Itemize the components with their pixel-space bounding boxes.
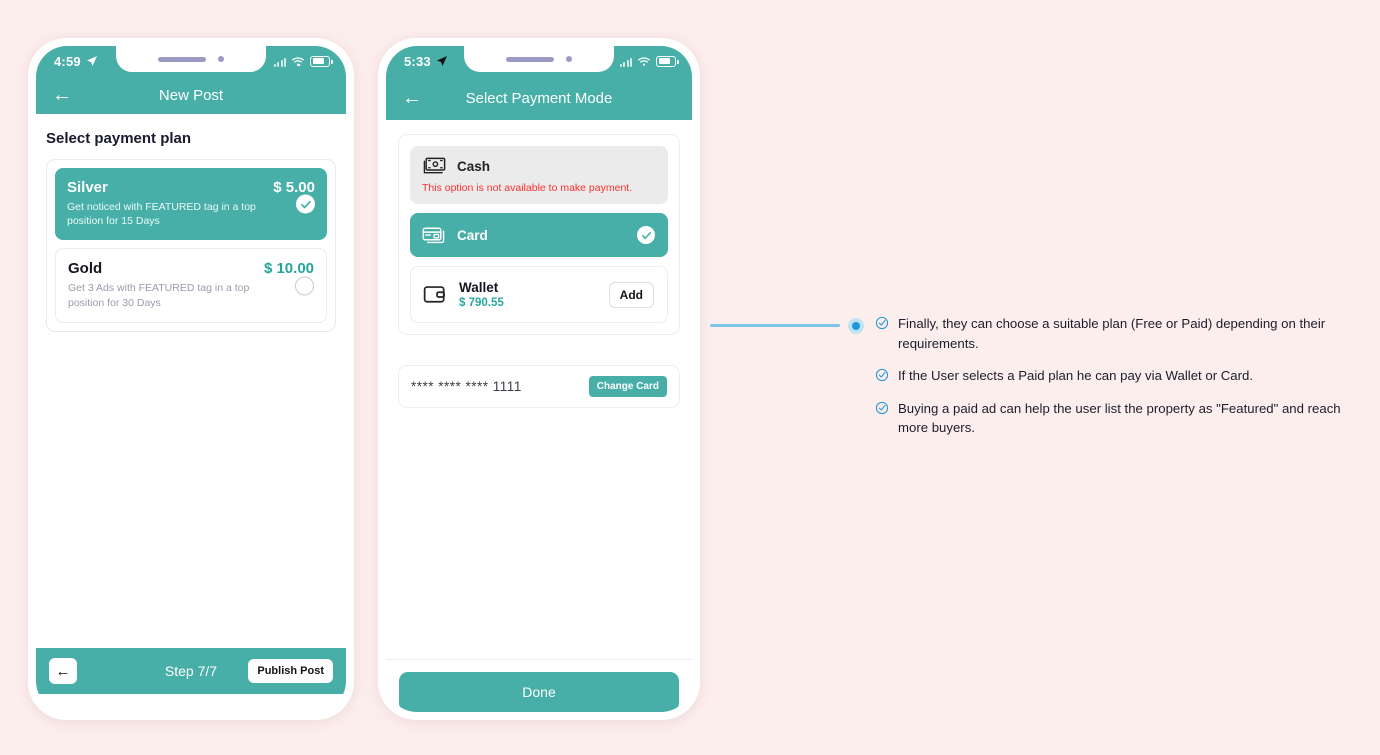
wifi-icon [638, 56, 650, 66]
plan-gold-radio[interactable] [295, 276, 314, 296]
battery-icon [656, 55, 679, 67]
plan-gold-header: Gold $ 10.00 [68, 260, 314, 277]
done-button[interactable]: Done [399, 672, 679, 712]
plan-silver-name: Silver [67, 179, 108, 196]
plan-card-gold[interactable]: Gold $ 10.00 Get 3 Ads with FEATURED tag… [55, 248, 327, 323]
check-mark-icon [641, 231, 651, 239]
card-selected-check-icon [637, 226, 655, 244]
front-camera [218, 56, 224, 62]
location-arrow-icon [436, 56, 447, 66]
phone2-page-title: Select Payment Mode [465, 89, 613, 107]
phone-mockup-new-post: 4:59 ← New Post Select payment plan Silv… [28, 38, 354, 720]
payment-option-card[interactable]: Card [410, 213, 668, 257]
battery-icon [310, 55, 333, 67]
plan-silver-price: $ 5.00 [273, 179, 315, 196]
saved-card-number: **** **** **** 1111 [411, 379, 522, 394]
phone1-status-left: 4:59 [54, 54, 98, 69]
plan-silver-header: Silver $ 5.00 [67, 179, 315, 196]
plan-gold-name: Gold [68, 260, 103, 278]
callout-connector-line [710, 324, 840, 327]
note-text: Buying a paid ad can help the user list … [898, 400, 1341, 436]
wallet-balance: $ 790.55 [459, 297, 504, 309]
phone2-back-button[interactable]: ← [402, 88, 426, 108]
cash-label: Cash [457, 158, 491, 174]
check-circle-icon [875, 368, 889, 386]
signal-bars-icon [273, 57, 286, 67]
cash-unavailable-note: This option is not available to make pay… [422, 182, 633, 194]
phone1-back-button[interactable]: ← [52, 85, 76, 105]
plan-silver-check-icon[interactable] [296, 194, 315, 214]
wifi-icon [292, 56, 304, 66]
note-item: If the User selects a Paid plan he can p… [875, 366, 1345, 386]
payment-option-wallet[interactable]: Wallet $ 790.55 Add [410, 266, 668, 323]
note-text: If the User selects a Paid plan he can p… [898, 368, 1254, 384]
speaker-grill [506, 56, 554, 62]
phone2-content: Cash This option is not available to mak… [386, 134, 692, 712]
speaker-grill [158, 56, 206, 62]
phone2-nav-bar: ← Select Payment Mode [386, 76, 692, 120]
cash-header: Cash [422, 157, 656, 175]
cash-icon [423, 157, 446, 174]
note-item: Finally, they can choose a suitable plan… [875, 314, 1345, 353]
wallet-icon [423, 286, 445, 303]
plan-silver-description: Get noticed with FEATURED tag in a top p… [67, 201, 256, 228]
phone2-clock: 5:33 [404, 53, 431, 69]
credit-card-icon [422, 227, 445, 244]
phone2-notch [464, 46, 614, 72]
phone1-notch [116, 46, 266, 72]
plan-gold-price: $ 10.00 [263, 260, 314, 278]
payment-method-list: Cash This option is not available to mak… [398, 134, 680, 335]
wallet-label: Wallet [459, 280, 499, 295]
phone2-screen: 5:33 ← Select Payment Mode Cash This opt… [386, 46, 692, 712]
publish-post-button[interactable]: Publish Post [248, 659, 333, 683]
phone1-step-bar: ← Step 7/7 Publish Post [36, 648, 346, 694]
callout-note-list: Finally, they can choose a suitable plan… [875, 314, 1345, 438]
location-arrow-icon [86, 56, 97, 66]
check-circle-icon [875, 401, 889, 438]
card-header: Card [422, 226, 656, 244]
wallet-text-block: Wallet $ 790.55 [459, 280, 504, 309]
check-circle-icon [875, 316, 889, 353]
phone2-footer: Done [386, 659, 692, 712]
front-camera [566, 56, 572, 62]
step-back-button[interactable]: ← [49, 658, 77, 684]
select-payment-plan-heading: Select payment plan [46, 130, 192, 147]
card-label: Card [457, 227, 488, 243]
callout-connector-dot [848, 318, 864, 334]
change-card-button[interactable]: Change Card [588, 376, 667, 397]
check-mark-icon [300, 200, 311, 209]
phone1-nav-bar: ← New Post [36, 76, 346, 114]
payment-option-cash: Cash This option is not available to mak… [410, 146, 668, 204]
wallet-add-button[interactable]: Add [608, 281, 654, 308]
phone1-clock: 4:59 [54, 53, 81, 69]
plan-gold-description: Get 3 Ads with FEATURED tag in a top pos… [68, 282, 250, 309]
plan-card-silver[interactable]: Silver $ 5.00 Get noticed with FEATURED … [55, 168, 327, 241]
saved-card-row: **** **** **** 1111 Change Card [398, 365, 680, 408]
phone2-status-right [619, 55, 679, 67]
phone1-status-right [273, 55, 333, 67]
phone-mockup-payment-mode: 5:33 ← Select Payment Mode Cash This opt… [378, 38, 700, 720]
phone1-screen: 4:59 ← New Post Select payment plan Silv… [36, 46, 346, 712]
phone1-content: Select payment plan Silver $ 5.00 Get no… [36, 114, 346, 712]
canvas: 4:59 ← New Post Select payment plan Silv… [0, 0, 1380, 755]
phone2-status-left: 5:33 [404, 54, 448, 69]
signal-bars-icon [619, 57, 632, 67]
plan-list: Silver $ 5.00 Get noticed with FEATURED … [46, 159, 336, 332]
note-text: Finally, they can choose a suitable plan… [898, 316, 1326, 351]
note-item: Buying a paid ad can help the user list … [875, 399, 1345, 438]
phone1-page-title: New Post [158, 86, 224, 104]
